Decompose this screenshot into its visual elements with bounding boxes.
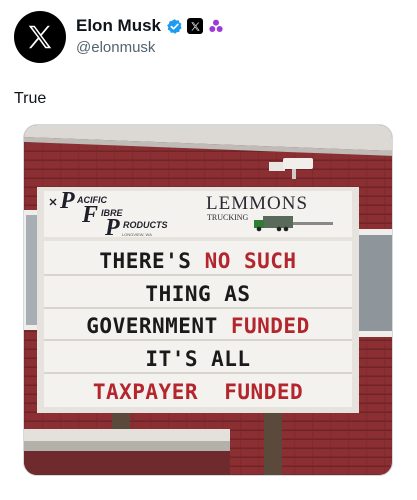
svg-text:TRUCKING: TRUCKING xyxy=(207,213,249,222)
sign-text: THERE'S NO SUCH THING AS GOVERNMENT FUNDED… xyxy=(86,249,309,404)
sign-line-3-part-1: GOVERNMENT xyxy=(86,314,231,338)
svg-text:LONGVIEW, WA: LONGVIEW, WA xyxy=(122,232,152,237)
verified-badge-icon xyxy=(165,17,183,35)
sign-line-1: THERE'S NO SUCH xyxy=(99,249,296,273)
sign-line-5-part-1: TAXPAYER FUNDED xyxy=(93,380,303,404)
svg-text:LEMMONS: LEMMONS xyxy=(206,193,308,214)
sign-line-5: TAXPAYER FUNDED xyxy=(93,380,303,404)
author-handle[interactable]: @elonmusk xyxy=(76,39,155,56)
post-header: Elon Musk @elonmusk xyxy=(14,8,404,68)
government-badge-icon xyxy=(207,17,225,35)
x-affiliate-icon xyxy=(187,18,204,34)
post-image[interactable]: P F P ACIFIC IBRE RODUCTS LONGVIEW, WA L… xyxy=(23,124,393,476)
svg-text:RODUCTS: RODUCTS xyxy=(123,220,168,230)
avatar[interactable] xyxy=(14,11,66,63)
svg-text:ACIFIC: ACIFIC xyxy=(76,195,107,205)
sign-post-right xyxy=(264,413,282,475)
sign-line-3-part-2: FUNDED xyxy=(231,314,310,338)
author-display-name[interactable]: Elon Musk xyxy=(76,16,161,36)
svg-text:F: F xyxy=(81,202,98,228)
sign-line-3: GOVERNMENT FUNDED xyxy=(86,314,309,338)
sign-line-2: THING AS xyxy=(145,282,250,306)
sign-line-4: IT'S ALL xyxy=(145,347,250,371)
svg-text:P: P xyxy=(104,215,120,241)
sign-line-1-part-1: THERE'S xyxy=(99,249,204,273)
sign-photo: P F P ACIFIC IBRE RODUCTS LONGVIEW, WA L… xyxy=(24,125,392,475)
sign-line-2-part-1: THING AS xyxy=(145,282,250,306)
svg-text:IBRE: IBRE xyxy=(101,208,123,218)
name-row: Elon Musk xyxy=(76,16,225,36)
x-logo-icon xyxy=(28,25,52,49)
svg-text:P: P xyxy=(59,188,75,214)
sign-line-1-part-2: NO SUCH xyxy=(205,249,297,273)
post-text: True xyxy=(14,90,47,107)
sign-line-4-part-1: IT'S ALL xyxy=(145,347,250,371)
